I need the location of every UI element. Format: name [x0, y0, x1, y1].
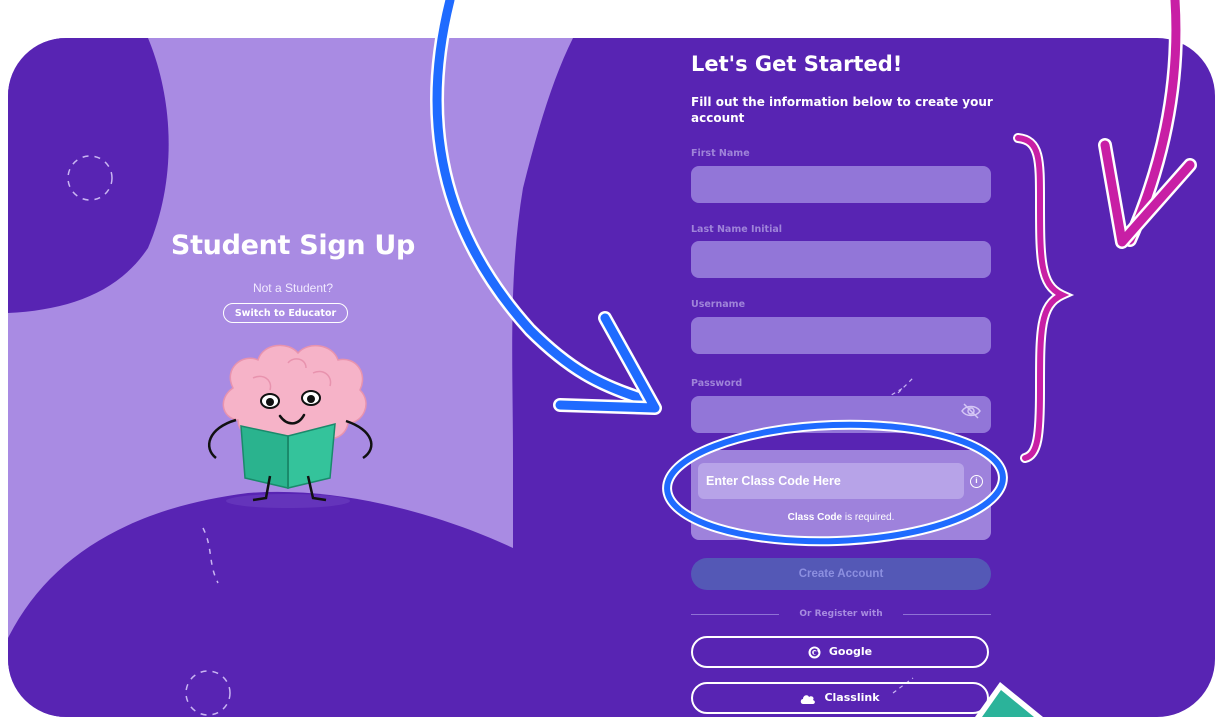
classlink-button[interactable]: Classlink: [691, 682, 989, 714]
class-code-input[interactable]: Enter Class Code Here: [698, 463, 964, 499]
password-label: Password: [691, 378, 743, 389]
google-button-label: Google: [828, 645, 873, 658]
first-name-field[interactable]: [691, 166, 991, 203]
eye-hidden-icon[interactable]: [960, 402, 982, 420]
last-name-initial-field[interactable]: [691, 241, 991, 278]
class-code-error: Class Code is required.: [691, 512, 991, 523]
create-account-button[interactable]: Create Account: [691, 558, 991, 590]
class-code-error-bold: Class Code: [787, 512, 843, 523]
switch-to-educator-button[interactable]: Switch to Educator: [223, 303, 348, 323]
google-button[interactable]: Google: [691, 636, 989, 668]
divider-text: Or Register with: [799, 609, 883, 619]
classlink-icon: [801, 694, 816, 704]
not-student-text: Not a Student?: [252, 281, 334, 295]
last-name-label: Last Name Initial: [691, 224, 782, 235]
divider-line-left: [691, 614, 779, 615]
username-field[interactable]: [691, 317, 991, 354]
username-label: Username: [691, 299, 746, 310]
password-field[interactable]: [691, 396, 991, 433]
first-name-label: First Name: [691, 148, 750, 159]
google-icon: [808, 646, 821, 658]
class-code-error-text: is required.: [842, 512, 895, 523]
divider-line-right: [903, 614, 991, 615]
signup-card: Student Sign Up Not a Student? Switch to…: [8, 38, 1215, 717]
form-subheading: Fill out the information below to create…: [691, 95, 993, 125]
classlink-button-label: Classlink: [824, 691, 880, 704]
background-shapes: [8, 38, 914, 717]
form-heading: Let's Get Started!: [691, 52, 903, 76]
info-icon[interactable]: i: [970, 475, 983, 488]
page-title: Student Sign Up: [170, 230, 416, 261]
register-divider: Or Register with: [691, 608, 991, 620]
